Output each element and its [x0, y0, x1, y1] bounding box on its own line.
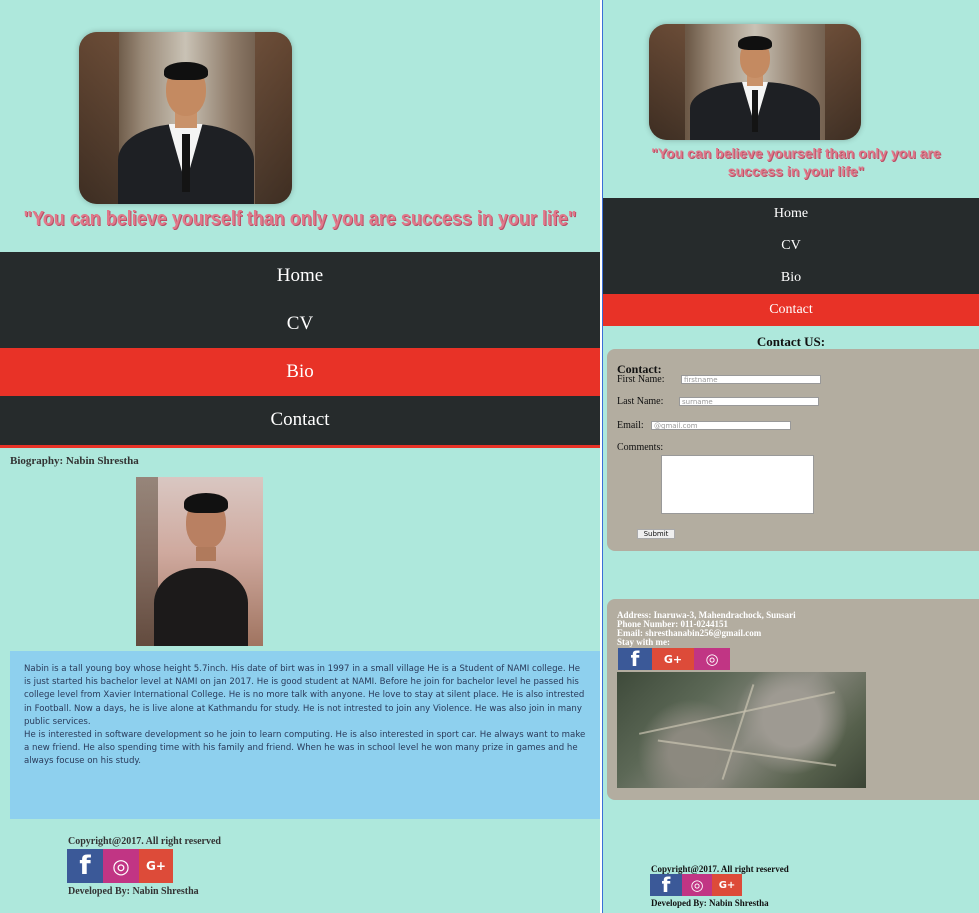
developer-credit: Developed By: Nabin Shrestha: [651, 898, 769, 908]
stay-with-me-label: Stay with me:: [617, 637, 670, 647]
bio-page: "You can believe yourself than only you …: [0, 0, 600, 913]
submit-button[interactable]: Submit: [637, 529, 675, 539]
bio-title: Biography: Nabin Shrestha: [10, 455, 139, 467]
social-links: f ◎ G+: [650, 873, 742, 897]
googleplus-icon[interactable]: G+: [139, 849, 173, 883]
instagram-icon[interactable]: ◎: [682, 874, 712, 896]
contact-heading: Contact US:: [756, 334, 826, 349]
googleplus-icon[interactable]: G+: [652, 648, 694, 670]
motto-quote-line-2: success in your life": [727, 163, 865, 179]
comments-label: Comments:: [617, 442, 664, 453]
motto-quote: "You can believe yourself than only you …: [613, 144, 979, 180]
nav-home[interactable]: Home: [603, 198, 979, 230]
nav-cv[interactable]: CV: [0, 300, 600, 348]
social-links: f ◎ G+: [67, 849, 173, 883]
bio-text: Nabin is a tall young boy whose height 5…: [10, 651, 600, 819]
bio-paragraph-1: Nabin is a tall young boy whose height 5…: [24, 664, 585, 727]
email-label: Email:: [617, 420, 644, 431]
nav-cv[interactable]: CV: [603, 230, 979, 262]
bio-photo: [136, 477, 263, 646]
contact-page: "You can believe yourself than only you …: [603, 0, 979, 913]
main-nav: Home CV Bio Contact: [603, 198, 979, 326]
first-name-input[interactable]: firstname: [681, 375, 821, 384]
nav-bio[interactable]: Bio: [0, 348, 600, 396]
copyright-text: Copyright@2017. All right reserved: [651, 864, 789, 874]
main-nav: Home CV Bio Contact: [0, 252, 600, 448]
first-name-label: First Name:: [617, 374, 665, 385]
social-links: f G+ ◎: [618, 647, 730, 671]
nav-bio[interactable]: Bio: [603, 262, 979, 294]
facebook-icon[interactable]: f: [67, 849, 103, 883]
facebook-icon[interactable]: f: [650, 873, 682, 897]
contact-form: Contact: First Name: firstname Last Name…: [607, 349, 979, 551]
nav-home[interactable]: Home: [0, 252, 600, 300]
developer-credit: Developed By: Nabin Shrestha: [68, 886, 199, 897]
motto-quote-line-1: "You can believe yourself than only you …: [651, 145, 941, 161]
profile-photo: [79, 32, 292, 204]
nav-contact[interactable]: Contact: [603, 294, 979, 326]
email-input[interactable]: @gmail.com: [651, 421, 791, 430]
googleplus-icon[interactable]: G+: [712, 874, 742, 896]
comments-textarea[interactable]: [661, 455, 814, 514]
contact-info: Address: Inaruwa-3, Mahendrachock, Sunsa…: [607, 599, 979, 800]
copyright-text: Copyright@2017. All right reserved: [68, 836, 221, 847]
profile-photo: [649, 24, 861, 140]
last-name-label: Last Name:: [617, 396, 664, 407]
instagram-icon[interactable]: ◎: [103, 849, 139, 883]
location-map[interactable]: [617, 672, 866, 788]
bio-paragraph-2: He is interested in software development…: [24, 730, 586, 767]
last-name-input[interactable]: surname: [679, 397, 819, 406]
motto-quote: "You can believe yourself than only you …: [23, 206, 577, 230]
instagram-icon[interactable]: ◎: [694, 648, 730, 670]
nav-contact[interactable]: Contact: [0, 396, 600, 444]
facebook-icon[interactable]: f: [618, 647, 652, 671]
